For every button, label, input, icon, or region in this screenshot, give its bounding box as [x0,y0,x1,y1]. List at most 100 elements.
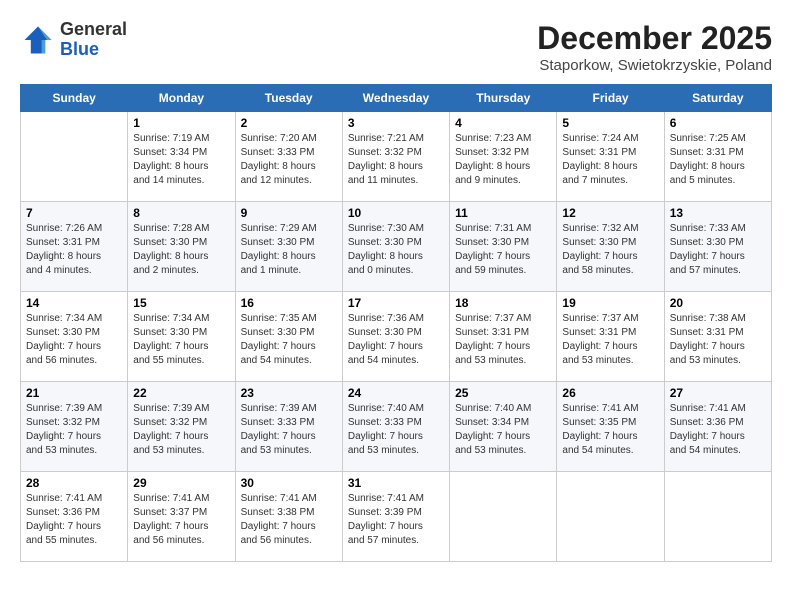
day-info: Sunrise: 7:19 AMSunset: 3:34 PMDaylight:… [133,132,229,188]
day-info: Sunrise: 7:21 AMSunset: 3:32 PMDaylight:… [348,132,444,188]
day-header-saturday: Saturday [664,85,771,112]
day-number: 23 [241,386,337,400]
day-number: 29 [133,476,229,490]
main-title: December 2025 [537,20,772,57]
calendar-cell [557,472,664,562]
calendar-cell: 16Sunrise: 7:35 AMSunset: 3:30 PMDayligh… [235,292,342,382]
calendar-cell: 6 Sunrise: 7:25 AMSunset: 3:31 PMDaylight… [664,112,771,202]
day-info: Sunrise: 7:37 AMSunset: 3:31 PMDaylight:… [455,312,551,368]
day-info: Sunrise: 7:20 AMSunset: 3:33 PMDaylight:… [241,132,337,188]
calendar-cell: 4 Sunrise: 7:23 AMSunset: 3:32 PMDaylight… [450,112,557,202]
calendar-body: 1Sunrise: 7:19 AMSunset: 3:34 PMDaylight… [21,112,772,562]
calendar-cell: 19Sunrise: 7:37 AMSunset: 3:31 PMDayligh… [557,292,664,382]
day-header-monday: Monday [128,85,235,112]
calendar-cell: 18 Sunrise: 7:37 AMSunset: 3:31 PMDayligh… [450,292,557,382]
page-header: General Blue December 2025 Staporkow, Sw… [20,20,772,74]
day-info: Sunrise: 7:25 AMSunset: 3:31 PMDaylight:… [670,132,766,188]
calendar-cell: 24Sunrise: 7:40 AMSunset: 3:33 PMDayligh… [342,382,449,472]
day-info: Sunrise: 7:39 AMSunset: 3:32 PMDaylight:… [133,402,229,458]
day-number: 21 [26,386,122,400]
day-info: Sunrise: 7:41 AMSunset: 3:36 PMDaylight:… [670,402,766,458]
title-block: December 2025 Staporkow, Swietokrzyskie,… [537,20,772,74]
day-number: 2 [241,116,337,130]
day-info: Sunrise: 7:41 AMSunset: 3:35 PMDaylight:… [562,402,658,458]
day-headers-row: SundayMondayTuesdayWednesdayThursdayFrid… [21,85,772,112]
calendar-cell: 26 Sunrise: 7:41 AMSunset: 3:35 PMDayligh… [557,382,664,472]
day-number: 11 [455,206,551,220]
day-header-friday: Friday [557,85,664,112]
day-info: Sunrise: 7:23 AMSunset: 3:32 PMDaylight:… [455,132,551,188]
calendar-week-5: 28Sunrise: 7:41 AMSunset: 3:36 PMDayligh… [21,472,772,562]
day-info: Sunrise: 7:34 AMSunset: 3:30 PMDaylight:… [26,312,122,368]
day-info: Sunrise: 7:41 AMSunset: 3:38 PMDaylight:… [241,492,337,548]
logo-icon [20,22,56,58]
day-number: 24 [348,386,444,400]
day-info: Sunrise: 7:32 AMSunset: 3:30 PMDaylight:… [562,222,658,278]
calendar-cell: 22 Sunrise: 7:39 AMSunset: 3:32 PMDayligh… [128,382,235,472]
day-number: 18 [455,296,551,310]
day-info: Sunrise: 7:41 AMSunset: 3:39 PMDaylight:… [348,492,444,548]
day-number: 5 [562,116,658,130]
day-number: 31 [348,476,444,490]
calendar-cell: 5 Sunrise: 7:24 AMSunset: 3:31 PMDaylight… [557,112,664,202]
logo-general-text: General [60,19,127,39]
day-info: Sunrise: 7:30 AMSunset: 3:30 PMDaylight:… [348,222,444,278]
day-info: Sunrise: 7:34 AMSunset: 3:30 PMDaylight:… [133,312,229,368]
calendar-cell: 21 Sunrise: 7:39 AMSunset: 3:32 PMDayligh… [21,382,128,472]
calendar-cell: 31 Sunrise: 7:41 AMSunset: 3:39 PMDayligh… [342,472,449,562]
day-info: Sunrise: 7:39 AMSunset: 3:33 PMDaylight:… [241,402,337,458]
calendar-cell: 29 Sunrise: 7:41 AMSunset: 3:37 PMDayligh… [128,472,235,562]
calendar-cell: 17 Sunrise: 7:36 AMSunset: 3:30 PMDayligh… [342,292,449,382]
day-info: Sunrise: 7:37 AMSunset: 3:31 PMDaylight:… [562,312,658,368]
day-number: 26 [562,386,658,400]
day-number: 20 [670,296,766,310]
day-header-sunday: Sunday [21,85,128,112]
logo-text: General Blue [60,20,127,60]
calendar-cell: 12Sunrise: 7:32 AMSunset: 3:30 PMDayligh… [557,202,664,292]
day-info: Sunrise: 7:41 AMSunset: 3:37 PMDaylight:… [133,492,229,548]
day-number: 13 [670,206,766,220]
calendar-cell [21,112,128,202]
calendar-cell: 3 Sunrise: 7:21 AMSunset: 3:32 PMDaylight… [342,112,449,202]
day-number: 22 [133,386,229,400]
day-number: 8 [133,206,229,220]
day-info: Sunrise: 7:24 AMSunset: 3:31 PMDaylight:… [562,132,658,188]
day-number: 16 [241,296,337,310]
day-info: Sunrise: 7:29 AMSunset: 3:30 PMDaylight:… [241,222,337,278]
day-info: Sunrise: 7:33 AMSunset: 3:30 PMDaylight:… [670,222,766,278]
day-info: Sunrise: 7:40 AMSunset: 3:34 PMDaylight:… [455,402,551,458]
calendar-cell [664,472,771,562]
day-number: 15 [133,296,229,310]
day-info: Sunrise: 7:39 AMSunset: 3:32 PMDaylight:… [26,402,122,458]
day-number: 4 [455,116,551,130]
calendar-week-1: 1Sunrise: 7:19 AMSunset: 3:34 PMDaylight… [21,112,772,202]
day-info: Sunrise: 7:28 AMSunset: 3:30 PMDaylight:… [133,222,229,278]
calendar-cell: 30Sunrise: 7:41 AMSunset: 3:38 PMDayligh… [235,472,342,562]
calendar-header: SundayMondayTuesdayWednesdayThursdayFrid… [21,85,772,112]
day-info: Sunrise: 7:31 AMSunset: 3:30 PMDaylight:… [455,222,551,278]
calendar-cell: 15 Sunrise: 7:34 AMSunset: 3:30 PMDayligh… [128,292,235,382]
day-info: Sunrise: 7:38 AMSunset: 3:31 PMDaylight:… [670,312,766,368]
day-number: 28 [26,476,122,490]
calendar-cell: 9 Sunrise: 7:29 AMSunset: 3:30 PMDaylight… [235,202,342,292]
calendar-cell: 11 Sunrise: 7:31 AMSunset: 3:30 PMDayligh… [450,202,557,292]
day-number: 3 [348,116,444,130]
day-header-thursday: Thursday [450,85,557,112]
day-header-wednesday: Wednesday [342,85,449,112]
calendar-cell: 13 Sunrise: 7:33 AMSunset: 3:30 PMDayligh… [664,202,771,292]
day-number: 9 [241,206,337,220]
subtitle: Staporkow, Swietokrzyskie, Poland [537,57,772,74]
day-number: 27 [670,386,766,400]
calendar-cell: 14 Sunrise: 7:34 AMSunset: 3:30 PMDayligh… [21,292,128,382]
calendar-table: SundayMondayTuesdayWednesdayThursdayFrid… [20,84,772,562]
day-number: 14 [26,296,122,310]
calendar-cell: 7 Sunrise: 7:26 AMSunset: 3:31 PMDaylight… [21,202,128,292]
calendar-week-3: 14 Sunrise: 7:34 AMSunset: 3:30 PMDayligh… [21,292,772,382]
calendar-cell: 28Sunrise: 7:41 AMSunset: 3:36 PMDayligh… [21,472,128,562]
logo: General Blue [20,20,127,60]
day-number: 17 [348,296,444,310]
day-info: Sunrise: 7:36 AMSunset: 3:30 PMDaylight:… [348,312,444,368]
day-info: Sunrise: 7:26 AMSunset: 3:31 PMDaylight:… [26,222,122,278]
day-number: 6 [670,116,766,130]
day-number: 7 [26,206,122,220]
